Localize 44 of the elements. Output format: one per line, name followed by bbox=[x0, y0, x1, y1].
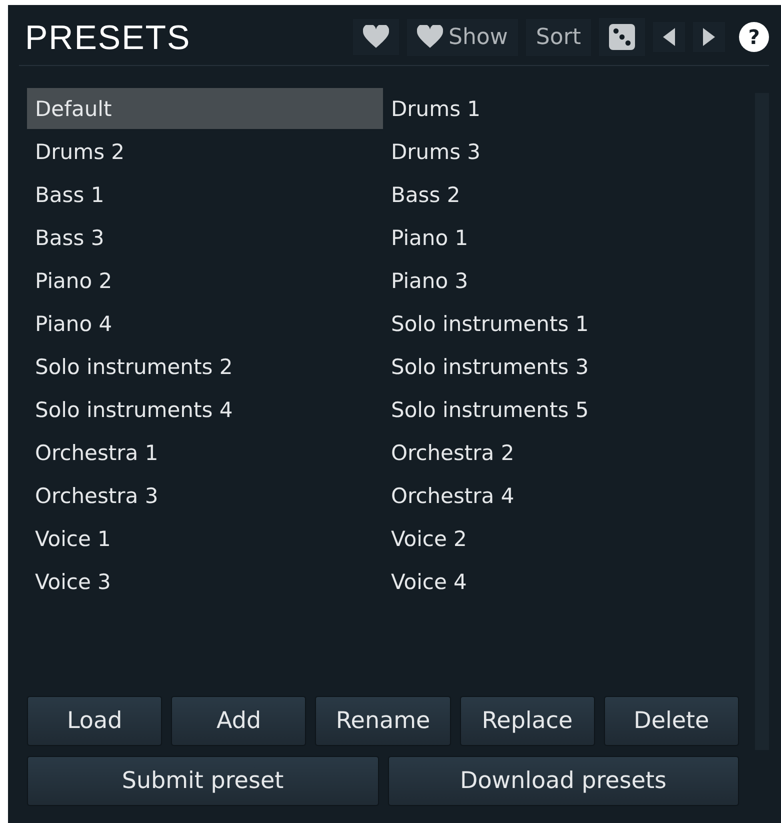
preset-item[interactable]: Voice 1 bbox=[27, 518, 383, 559]
preset-item[interactable]: Piano 4 bbox=[27, 303, 383, 344]
right-triangle-icon bbox=[703, 28, 715, 46]
preset-item[interactable]: Orchestra 4 bbox=[383, 475, 739, 516]
preset-item[interactable]: Piano 1 bbox=[383, 217, 739, 258]
preset-item[interactable]: Solo instruments 3 bbox=[383, 346, 739, 387]
preset-item[interactable]: Bass 2 bbox=[383, 174, 739, 215]
preset-item[interactable]: Default bbox=[27, 88, 383, 129]
preset-action-button[interactable]: Rename bbox=[315, 696, 451, 746]
preset-item[interactable]: Solo instruments 4 bbox=[27, 389, 383, 430]
preset-item[interactable]: Drums 2 bbox=[27, 131, 383, 172]
preset-action-button[interactable]: Add bbox=[171, 696, 306, 746]
left-triangle-icon bbox=[663, 28, 675, 46]
next-preset-button[interactable] bbox=[693, 22, 725, 52]
sort-button[interactable]: Sort bbox=[526, 18, 591, 56]
preset-action-button[interactable]: Delete bbox=[604, 696, 740, 746]
show-favorites-button[interactable]: Show bbox=[406, 18, 518, 56]
heart-icon bbox=[416, 25, 443, 49]
preset-item[interactable]: Voice 2 bbox=[383, 518, 739, 559]
preset-item[interactable]: Bass 1 bbox=[27, 174, 383, 215]
random-preset-button[interactable] bbox=[599, 18, 645, 56]
preset-item[interactable]: Voice 4 bbox=[383, 561, 739, 602]
preset-item[interactable]: Solo instruments 2 bbox=[27, 346, 383, 387]
preset-action-button[interactable]: Load bbox=[27, 696, 162, 746]
preset-item[interactable]: Drums 1 bbox=[383, 88, 739, 129]
preset-item[interactable]: Drums 3 bbox=[383, 131, 739, 172]
preset-item[interactable]: Voice 3 bbox=[27, 561, 383, 602]
preset-action-button[interactable]: Download presets bbox=[388, 756, 739, 806]
preset-item[interactable]: Orchestra 2 bbox=[383, 432, 739, 473]
preset-action-button[interactable]: Replace bbox=[460, 696, 595, 746]
preset-item[interactable]: Solo instruments 5 bbox=[383, 389, 739, 430]
preset-item[interactable]: Bass 3 bbox=[27, 217, 383, 258]
preset-item[interactable]: Piano 2 bbox=[27, 260, 383, 301]
favorite-button[interactable] bbox=[352, 19, 399, 55]
previous-preset-button[interactable] bbox=[653, 22, 685, 52]
preset-item[interactable]: Orchestra 3 bbox=[27, 475, 383, 516]
dice-icon bbox=[609, 24, 635, 50]
preset-item[interactable]: Solo instruments 1 bbox=[383, 303, 739, 344]
preset-action-button[interactable]: Submit preset bbox=[27, 756, 378, 806]
preset-item[interactable]: Orchestra 1 bbox=[27, 432, 383, 473]
help-button[interactable]: ? bbox=[739, 22, 769, 52]
heart-icon bbox=[362, 25, 389, 49]
preset-item[interactable]: Piano 3 bbox=[383, 260, 739, 301]
panel-title: PRESETS bbox=[25, 18, 191, 58]
